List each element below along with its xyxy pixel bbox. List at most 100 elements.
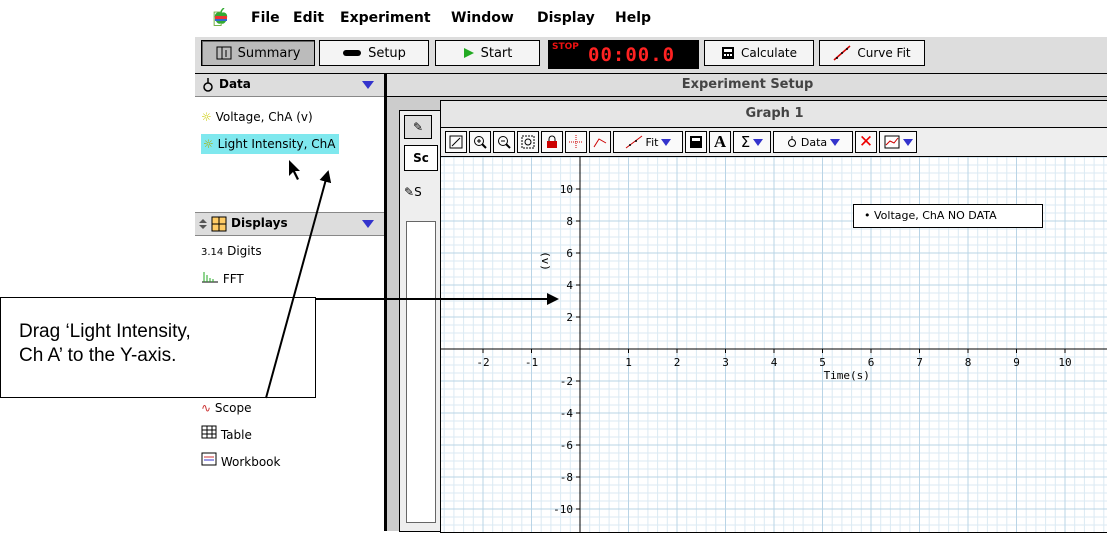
data-dropdown-icon [830, 138, 841, 146]
y-tick-label: -4 [560, 407, 574, 420]
graph-settings-icon [884, 135, 899, 149]
x-tick-label: 2 [674, 356, 681, 369]
data-dropdown[interactable]: Data [773, 131, 853, 153]
annotation-icon[interactable]: A [709, 131, 731, 153]
displays-dropdown-icon[interactable] [362, 220, 374, 228]
signal-icon: ✎ [404, 185, 415, 199]
fit-dropdown[interactable]: Fit [613, 131, 683, 153]
probe-tool-icon[interactable]: ✎ [404, 115, 432, 139]
smart-cursor-icon[interactable] [565, 131, 587, 153]
graph-toolbar: Fit A Σ Data ✕ [441, 128, 1107, 157]
digits-icon: 3.14 [201, 247, 224, 258]
stop-label: STOP [552, 42, 579, 52]
data-item-label: Voltage, ChA (v) [215, 110, 313, 124]
curve-fit-button[interactable]: Curve Fit [819, 40, 925, 66]
partial-s-label: S [414, 185, 422, 199]
callout-text: Drag ‘Light Intensity, Ch A’ to the Y-ax… [19, 321, 191, 366]
probe-icon [787, 136, 796, 147]
menu-edit[interactable]: Edit [293, 10, 324, 26]
table-icon [201, 425, 217, 439]
calculator-icon [721, 47, 734, 59]
display-item-label: Scope [214, 401, 252, 415]
setup-label: Setup [368, 45, 406, 61]
setup-icon [343, 50, 362, 56]
scope-icon: ∿ [201, 401, 212, 415]
probe-icon [203, 78, 213, 92]
display-item-label: Table [220, 428, 252, 442]
y-tick-label: 10 [560, 183, 573, 196]
start-button[interactable]: Start [435, 40, 540, 66]
graph-settings-dropdown-icon [902, 138, 913, 146]
calculate-label: Calculate [740, 46, 798, 60]
play-icon [463, 48, 474, 58]
x-axis-label: Time(s) [824, 369, 870, 382]
summary-icon [216, 46, 232, 60]
menu-help[interactable]: Help [615, 10, 651, 26]
fit-label: Fit [645, 135, 659, 149]
slope-icon[interactable] [589, 131, 611, 153]
data-dropdown-icon[interactable] [362, 81, 374, 89]
timer-display[interactable]: STOP 00:00.0 [548, 40, 699, 69]
fit-dropdown-icon [661, 138, 672, 146]
display-item-scope[interactable]: ∿ Scope [201, 398, 251, 418]
displays-icon [199, 216, 227, 232]
display-item-workbook[interactable]: Workbook [201, 452, 280, 472]
bulb-icon: ☼ [201, 110, 212, 124]
graph-settings-dropdown[interactable] [879, 131, 917, 153]
x-tick-label: 7 [916, 356, 923, 369]
displays-section-title: Displays [231, 216, 288, 230]
data-item-label: Light Intensity, ChA [217, 137, 336, 151]
experiment-setup-title[interactable]: Experiment Setup [387, 74, 1107, 97]
data-item-light-intensity[interactable]: ☼ Light Intensity, ChA [201, 134, 340, 154]
bulb-icon: ☼ [203, 137, 214, 151]
data-section-header[interactable]: Data [195, 74, 384, 97]
menu-experiment[interactable]: Experiment [340, 10, 431, 26]
y-tick-label: 2 [566, 311, 573, 324]
workbook-icon [201, 452, 217, 466]
remove-icon[interactable]: ✕ [855, 131, 877, 153]
zoom-out-icon[interactable] [493, 131, 515, 153]
display-item-label: Digits [227, 244, 262, 258]
menu-file[interactable]: File [251, 10, 280, 26]
summary-button[interactable]: Summary [201, 40, 315, 66]
inner-content-area [406, 221, 436, 523]
legend-label: Voltage, ChA NO DATA [874, 209, 997, 222]
statistics-dropdown[interactable]: Σ [733, 131, 771, 153]
lock-icon[interactable] [541, 131, 563, 153]
y-tick-label: -2 [560, 375, 573, 388]
data-section-title: Data [219, 77, 251, 91]
y-axis-label: (v) [539, 251, 552, 271]
setup-button[interactable]: Setup [319, 40, 429, 66]
y-tick-label: -6 [560, 439, 573, 452]
curve-fit-label: Curve Fit [857, 46, 911, 60]
menu-display[interactable]: Display [537, 10, 595, 26]
legend-bullet-icon: • [864, 209, 871, 222]
calculate-button[interactable]: Calculate [704, 40, 814, 66]
zoom-in-icon[interactable] [469, 131, 491, 153]
menu-bar:  File Edit Experiment Window Display He… [195, 0, 1107, 38]
partial-label: ✎S [404, 185, 422, 199]
zoom-select-icon[interactable] [517, 131, 539, 153]
tab-scope[interactable]: Sc [404, 145, 438, 171]
x-tick-label: 4 [771, 356, 778, 369]
displays-section-header[interactable]: Displays [195, 212, 384, 236]
y-tick-label: 6 [566, 247, 573, 260]
data-item-voltage[interactable]: ☼ Voltage, ChA (v) [201, 107, 313, 127]
x-tick-label: 5 [819, 356, 826, 369]
graph-legend[interactable]: • Voltage, ChA NO DATA [853, 204, 1043, 228]
curve-fit-icon [833, 45, 851, 61]
calculator-icon[interactable] [685, 131, 707, 153]
x-tick-label: 3 [722, 356, 729, 369]
display-item-digits[interactable]: 3.14 Digits [201, 241, 262, 261]
autoscale-icon[interactable] [445, 131, 467, 153]
apple-menu-icon[interactable]:  [213, 8, 228, 27]
timer-digits: 00:00.0 [588, 44, 676, 66]
display-item-fft[interactable]: FFT [201, 269, 244, 289]
display-item-label: Workbook [220, 455, 281, 469]
start-label: Start [480, 45, 513, 61]
graph-title[interactable]: Graph 1 [441, 101, 1107, 128]
display-item-label: FFT [222, 272, 244, 286]
menu-window[interactable]: Window [451, 10, 514, 26]
display-item-table[interactable]: Table [201, 425, 252, 445]
fft-icon [202, 272, 218, 283]
